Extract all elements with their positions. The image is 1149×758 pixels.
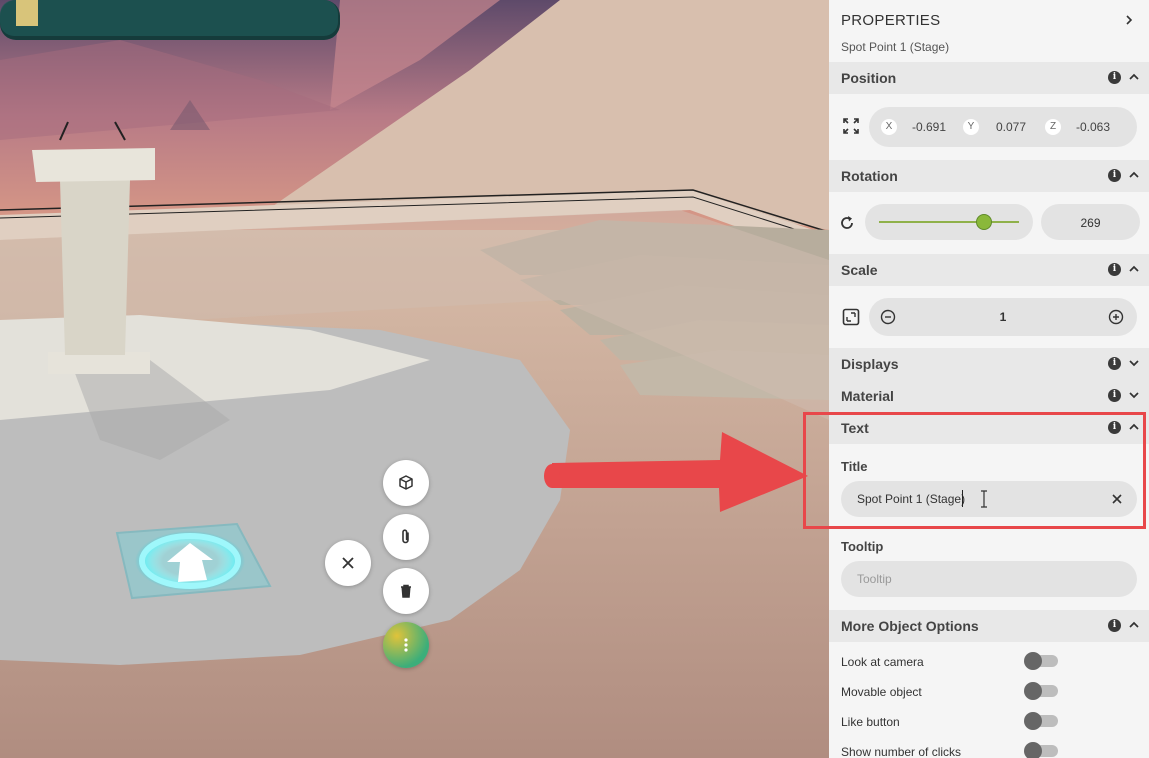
- chevron-down-icon[interactable]: [1127, 356, 1141, 370]
- section-displays[interactable]: Displays i: [829, 348, 1149, 380]
- close-icon: [342, 557, 354, 569]
- info-icon[interactable]: i: [1108, 263, 1121, 276]
- cube-button[interactable]: [383, 460, 429, 506]
- expand-icon[interactable]: [843, 118, 859, 134]
- scale-stepper: 1: [869, 298, 1137, 336]
- movable-object-label: Movable object: [841, 685, 922, 699]
- like-button-label: Like button: [841, 715, 900, 729]
- close-object-button[interactable]: [325, 540, 371, 586]
- position-fields: X -0.691 Y 0.077 Z -0.063: [869, 107, 1137, 147]
- cube-icon: [399, 475, 413, 490]
- movable-object-toggle[interactable]: [1024, 682, 1058, 700]
- rotate-icon[interactable]: [839, 215, 855, 231]
- scale-icon[interactable]: [842, 308, 860, 326]
- scale-value[interactable]: 1: [869, 310, 1137, 324]
- look-at-camera-label: Look at camera: [841, 655, 924, 669]
- chevron-up-icon[interactable]: [1127, 618, 1141, 632]
- section-title: Rotation: [841, 168, 898, 184]
- y-value-input[interactable]: 0.077: [996, 120, 1026, 134]
- info-icon[interactable]: i: [1108, 71, 1121, 84]
- section-title: Displays: [841, 356, 899, 372]
- rotation-slider[interactable]: [865, 204, 1033, 240]
- x-value-input[interactable]: -0.691: [912, 120, 946, 134]
- properties-panel: PROPERTIES Spot Point 1 (Stage) Position…: [829, 0, 1149, 758]
- info-icon[interactable]: i: [1108, 619, 1121, 632]
- panel-header: PROPERTIES: [841, 12, 941, 29]
- trash-icon: [401, 584, 411, 598]
- info-icon[interactable]: i: [1108, 389, 1121, 402]
- delete-button[interactable]: [383, 568, 429, 614]
- x-axis-label: X: [881, 119, 897, 135]
- y-axis-label: Y: [963, 119, 979, 135]
- chevron-up-icon[interactable]: [1127, 168, 1141, 182]
- paperclip-icon: [402, 529, 409, 544]
- chevron-up-icon[interactable]: [1127, 70, 1141, 84]
- info-icon[interactable]: i: [1108, 169, 1121, 182]
- tooltip-input[interactable]: Tooltip: [841, 561, 1137, 597]
- attach-button[interactable]: [383, 514, 429, 560]
- tooltip-placeholder: Tooltip: [857, 572, 892, 586]
- section-material[interactable]: Material i: [829, 380, 1149, 412]
- more-menu-button[interactable]: [383, 622, 429, 668]
- section-scale[interactable]: Scale i: [829, 254, 1149, 286]
- section-more-options[interactable]: More Object Options i: [829, 610, 1149, 642]
- info-icon[interactable]: i: [1108, 357, 1121, 370]
- chevron-down-icon[interactable]: [1127, 388, 1141, 402]
- z-axis-label: Z: [1045, 119, 1061, 135]
- scene-viewport[interactable]: [0, 0, 829, 758]
- chevron-up-icon[interactable]: [1127, 262, 1141, 276]
- object-subtitle: Spot Point 1 (Stage): [841, 40, 950, 54]
- show-clicks-label: Show number of clicks: [841, 745, 962, 758]
- highlight-annotation-box: [803, 412, 1146, 529]
- plus-icon[interactable]: [1108, 309, 1124, 325]
- tooltip-label: Tooltip: [841, 539, 884, 554]
- like-button-toggle[interactable]: [1024, 712, 1058, 730]
- section-rotation[interactable]: Rotation i: [829, 160, 1149, 192]
- rotation-value-field[interactable]: 269: [1041, 204, 1140, 240]
- section-position[interactable]: Position i: [829, 62, 1149, 94]
- slider-track: [879, 221, 1019, 223]
- section-title: Material: [841, 388, 894, 404]
- section-title: More Object Options: [841, 618, 979, 634]
- look-at-camera-toggle[interactable]: [1024, 652, 1058, 670]
- collapse-panel-chevron-icon[interactable]: [1123, 14, 1135, 26]
- show-clicks-toggle[interactable]: [1024, 742, 1058, 758]
- z-value-input[interactable]: -0.063: [1076, 120, 1110, 134]
- more-icon: [404, 638, 408, 652]
- section-title: Scale: [841, 262, 878, 278]
- slider-thumb[interactable]: [976, 214, 992, 230]
- section-title: Position: [841, 70, 897, 86]
- rotation-value: 269: [1080, 216, 1101, 230]
